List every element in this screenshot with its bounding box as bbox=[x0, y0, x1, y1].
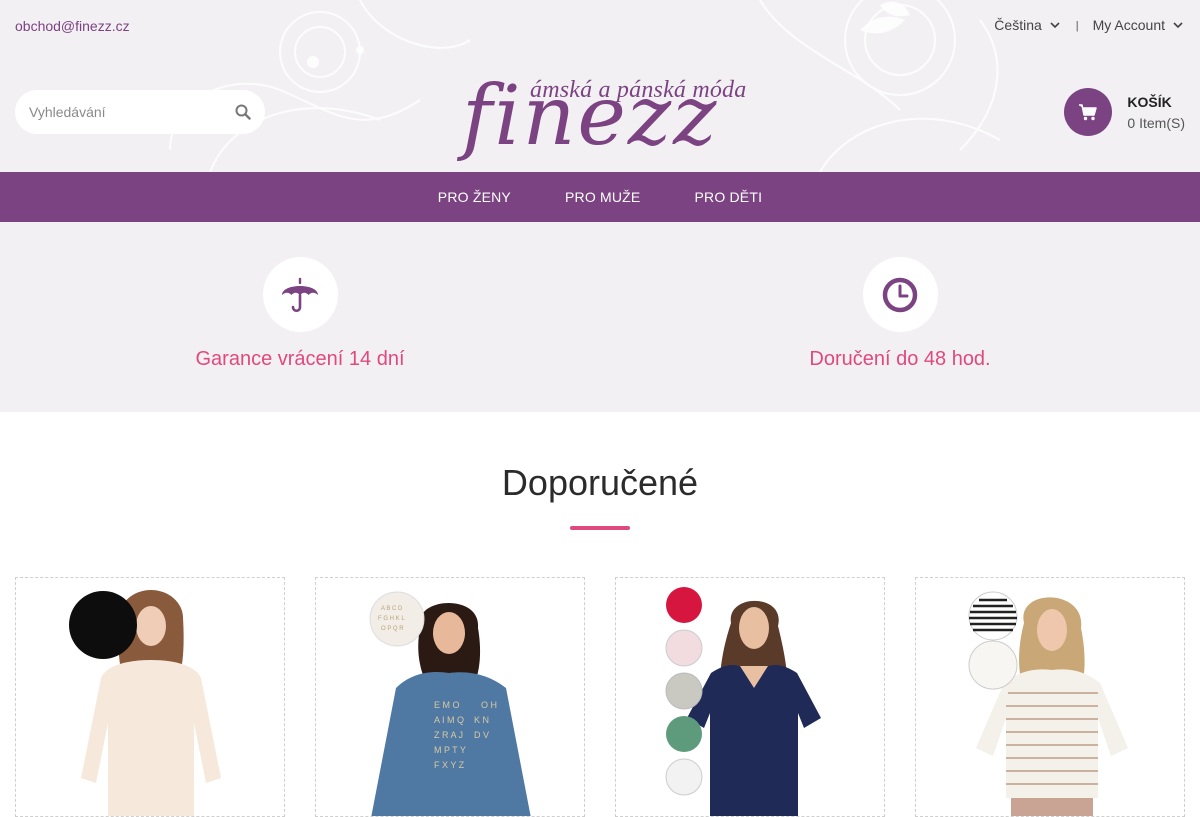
navy-vneck-tshirt-product-image[interactable] bbox=[616, 578, 885, 817]
feature-delivery: Doručení do 48 hod. bbox=[600, 222, 1200, 412]
blue-letter-top-product-image[interactable]: E M O A I M Q Z R A J M P T Y F X Y Z O … bbox=[316, 578, 585, 817]
product-card[interactable] bbox=[915, 577, 1185, 817]
svg-text:M P T Y: M P T Y bbox=[434, 745, 466, 755]
feature-icon-circle bbox=[262, 257, 338, 332]
svg-text:O P Q R: O P Q R bbox=[381, 626, 404, 632]
striped-top-product-image[interactable] bbox=[916, 578, 1185, 817]
features-strip: Garance vrácení 14 dní Doručení do 48 ho… bbox=[0, 222, 1200, 412]
contact-email-link[interactable]: obchod@finezz.cz bbox=[15, 18, 130, 34]
svg-text:F G H K L: F G H K L bbox=[378, 616, 405, 622]
svg-text:E M O: E M O bbox=[434, 700, 460, 710]
my-account-label: My Account bbox=[1092, 17, 1165, 33]
svg-text:K N: K N bbox=[474, 715, 489, 725]
svg-text:A B C D: A B C D bbox=[381, 606, 403, 612]
svg-text:O H: O H bbox=[481, 700, 497, 710]
feature-icon-circle bbox=[862, 257, 938, 332]
chevron-down-icon bbox=[1173, 22, 1183, 29]
clock-icon bbox=[882, 277, 918, 312]
nav-item-pro-zeny[interactable]: PRO ŽENY bbox=[411, 189, 538, 205]
umbrella-icon bbox=[282, 277, 318, 312]
nav-item-pro-deti[interactable]: PRO DĚTI bbox=[667, 189, 789, 205]
svg-text:F X Y Z: F X Y Z bbox=[434, 760, 465, 770]
language-selector[interactable]: Čeština bbox=[994, 17, 1061, 33]
cart-info: KOŠÍK 0 Item(S) bbox=[1127, 94, 1185, 131]
cart-button[interactable]: KOŠÍK 0 Item(S) bbox=[1064, 88, 1185, 136]
search-icon[interactable] bbox=[235, 104, 251, 120]
feature-return-text: Garance vrácení 14 dní bbox=[195, 348, 405, 370]
svg-text:D V: D V bbox=[474, 730, 489, 740]
product-card[interactable] bbox=[15, 577, 285, 817]
feature-return-guarantee: Garance vrácení 14 dní bbox=[0, 222, 600, 412]
cart-title: KOŠÍK bbox=[1127, 93, 1172, 110]
shopping-cart-icon bbox=[1079, 104, 1098, 121]
top-bar-menu: Čeština | My Account bbox=[994, 17, 1185, 33]
site-logo[interactable]: finezz ámská a pánská móda bbox=[462, 58, 746, 162]
product-card[interactable] bbox=[615, 577, 885, 817]
product-grid: E M O A I M Q Z R A J M P T Y F X Y Z O … bbox=[15, 577, 1185, 817]
chevron-down-icon bbox=[1050, 22, 1060, 29]
product-card[interactable]: E M O A I M Q Z R A J M P T Y F X Y Z O … bbox=[315, 577, 585, 817]
logo-tagline: ámská a pánská móda bbox=[530, 77, 747, 103]
main-navigation: PRO ŽENY PRO MUŽE PRO DĚTI bbox=[0, 172, 1200, 222]
my-account-dropdown[interactable]: My Account bbox=[1093, 17, 1185, 33]
language-label: Čeština bbox=[994, 17, 1042, 33]
title-underline bbox=[570, 526, 630, 530]
nav-item-pro-muze[interactable]: PRO MUŽE bbox=[538, 189, 668, 205]
cream-top-product-image[interactable] bbox=[16, 578, 285, 817]
site-header: obchod@finezz.cz Čeština | My Account fi… bbox=[0, 0, 1200, 172]
search-input[interactable] bbox=[29, 104, 235, 120]
svg-text:Z R A J: Z R A J bbox=[434, 730, 463, 740]
top-bar-separator: | bbox=[1075, 20, 1079, 32]
cart-icon-circle bbox=[1064, 88, 1113, 136]
cart-item-count: 0 Item(S) bbox=[1127, 114, 1185, 131]
featured-section-title: Doporučené bbox=[501, 462, 699, 503]
feature-delivery-text: Doručení do 48 hod. bbox=[809, 348, 991, 370]
search-box bbox=[15, 90, 265, 134]
svg-text:A I M Q: A I M Q bbox=[434, 715, 464, 725]
